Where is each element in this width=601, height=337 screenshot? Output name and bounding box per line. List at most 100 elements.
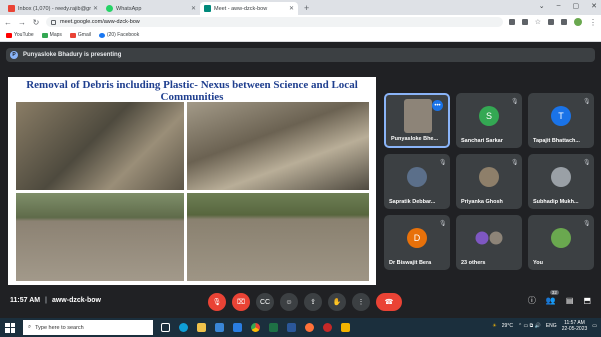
close-window-icon[interactable]: ✕ <box>591 2 597 10</box>
mail-icon[interactable] <box>233 323 242 332</box>
participant-tile[interactable]: 23 others <box>456 215 522 270</box>
participant-name: Subhadip Mukh... <box>533 199 579 205</box>
participant-name: Sapratik Debbar... <box>389 199 436 205</box>
activities-icon[interactable]: ⬒ <box>583 296 591 305</box>
bookmark-gmail[interactable]: Gmail <box>69 32 91 38</box>
participant-tile[interactable]: 🎙 Sapratik Debbar... <box>384 154 450 209</box>
windows-start-icon[interactable] <box>5 322 15 333</box>
chevron-down-icon[interactable]: ⌄ <box>539 2 545 10</box>
new-tab-button[interactable]: + <box>304 3 309 13</box>
edge-icon[interactable] <box>179 323 188 332</box>
bookmark-label: Gmail <box>77 32 91 38</box>
participant-photo <box>551 167 571 188</box>
task-view-icon[interactable] <box>161 323 170 332</box>
weather-icon[interactable]: ☀ <box>492 323 496 329</box>
tab-strip: Inbox (1,070) - reedy.rajib@gmail.com ✕ … <box>0 0 601 15</box>
word-icon[interactable] <box>287 323 296 332</box>
participant-tile[interactable]: 🎙 Priyanka Ghosh <box>456 154 522 209</box>
camera-toggle-button[interactable]: ⌧ <box>232 293 250 311</box>
bookmark-label: Maps <box>49 32 62 38</box>
mic-off-icon: 🎙 <box>439 160 447 166</box>
taskbar-apps <box>161 323 350 332</box>
star-icon[interactable]: ☆ <box>535 18 541 26</box>
reload-icon[interactable]: ↻ <box>32 18 40 27</box>
profile-avatar[interactable] <box>574 18 582 26</box>
participant-photo <box>479 167 499 188</box>
mic-off-icon: 🎙 <box>583 160 591 166</box>
meet-icon <box>204 5 211 12</box>
notifications-icon[interactable]: ▭ <box>592 323 597 329</box>
tab-title: WhatsApp <box>116 5 142 12</box>
more-options-icon[interactable]: ••• <box>432 100 443 111</box>
close-icon[interactable]: ✕ <box>93 5 98 12</box>
more-options-button[interactable]: ⋮ <box>352 293 370 311</box>
emoji-button[interactable]: ☺ <box>280 293 298 311</box>
bookmark-youtube[interactable]: YouTube <box>6 32 34 38</box>
app-icon[interactable] <box>341 323 350 332</box>
chat-icon[interactable]: ▤ <box>566 296 574 305</box>
participant-avatar: S <box>479 106 499 127</box>
participant-tile[interactable]: 🎙 S Sanchari Sarkar <box>456 93 522 148</box>
bookmark-maps[interactable]: Maps <box>41 32 62 38</box>
gmail-icon <box>8 5 15 12</box>
presentation-slide: Removal of Debris including Plastic- Nex… <box>8 77 376 285</box>
close-icon[interactable]: ✕ <box>289 5 294 12</box>
tab-meet[interactable]: Meet - aww-dzck-bow ✕ <box>200 2 298 15</box>
participant-name: Punyasloke Bhe... <box>391 136 439 142</box>
tab-gmail[interactable]: Inbox (1,070) - reedy.rajib@gmail.com ✕ <box>4 2 102 15</box>
forward-icon[interactable]: → <box>18 18 26 27</box>
close-icon[interactable]: ✕ <box>191 5 196 12</box>
people-button[interactable]: 👥 32 <box>545 290 559 305</box>
meet-stage: P Punyasloke Bhadury is presenting Remov… <box>0 42 601 318</box>
bookmark-label: (20) Facebook <box>106 32 140 38</box>
participant-tile[interactable]: ••• Punyasloke Bhe... <box>384 93 450 148</box>
people-icon: 👥 <box>545 296 556 305</box>
participant-name: Sanchari Sarkar <box>461 138 503 144</box>
tab-whatsapp[interactable]: WhatsApp ✕ <box>102 2 200 15</box>
bookmark-label: YouTube <box>14 32 34 38</box>
address-bar[interactable]: meet.google.com/aww-dzck-bow <box>46 17 503 27</box>
sidepanel-icon[interactable] <box>561 19 567 25</box>
share-icon[interactable] <box>521 19 528 25</box>
weather-temp[interactable]: 29°C <box>502 323 513 329</box>
language-indicator[interactable]: ENG <box>546 323 557 329</box>
back-icon[interactable]: ← <box>4 18 12 27</box>
system-tray: ☀ 29°C ⌃ ▭ ⧉ 🔊 ENG 11:57 AM 22-05-2023 ▭ <box>492 320 597 332</box>
self-photo <box>551 228 571 249</box>
participant-tile[interactable]: 🎙 D Dr Biswajit Bera <box>384 215 450 270</box>
chrome-icon[interactable] <box>251 323 260 332</box>
excel-icon[interactable] <box>269 323 278 332</box>
mic-toggle-button[interactable]: 🎙 <box>208 293 226 311</box>
meeting-info: 11:57 AM | aww-dzck-bow <box>10 297 101 304</box>
minimize-icon[interactable]: – <box>557 2 561 10</box>
file-explorer-icon[interactable] <box>197 323 206 332</box>
taskbar-clock[interactable]: 11:57 AM 22-05-2023 <box>562 320 588 332</box>
self-tile[interactable]: 🎙 You <box>528 215 594 270</box>
maximize-icon[interactable]: ▢ <box>573 2 580 10</box>
present-button[interactable]: ⇪ <box>304 293 322 311</box>
taskbar-search[interactable]: ⌕ Type here to search <box>23 320 153 335</box>
participant-name: Priyanka Ghosh <box>461 199 503 205</box>
camera-icon[interactable] <box>508 19 515 25</box>
tab-title: Meet - aww-dzck-bow <box>214 5 268 12</box>
captions-button[interactable]: CC <box>256 293 274 311</box>
meeting-code: aww-dzck-bow <box>51 297 101 304</box>
end-call-button[interactable]: ☎ <box>376 293 402 311</box>
extensions-icon[interactable] <box>548 19 554 25</box>
store-icon[interactable] <box>215 323 224 332</box>
participant-name: You <box>533 260 543 266</box>
mic-off-icon: 🎙 <box>511 160 519 166</box>
side-controls: ⓘ 👥 32 ▤ ⬒ <box>528 290 591 306</box>
participant-tile[interactable]: 🎙 Subhadip Mukh... <box>528 154 594 209</box>
participant-tile[interactable]: 🎙 T Tapajit Bhattach... <box>528 93 594 148</box>
app-icon[interactable] <box>323 323 332 332</box>
info-icon[interactable]: ⓘ <box>528 295 536 306</box>
menu-icon[interactable]: ⋮ <box>589 18 597 27</box>
toolbar-icons: ☆ ⋮ <box>508 18 597 27</box>
bookmark-facebook[interactable]: (20) Facebook <box>98 32 140 38</box>
firefox-icon[interactable] <box>305 323 314 332</box>
maps-icon <box>41 32 48 38</box>
separator: | <box>45 297 48 304</box>
tray-icons[interactable]: ⌃ ▭ ⧉ 🔊 <box>518 323 541 329</box>
raise-hand-button[interactable]: ✋ <box>328 293 346 311</box>
